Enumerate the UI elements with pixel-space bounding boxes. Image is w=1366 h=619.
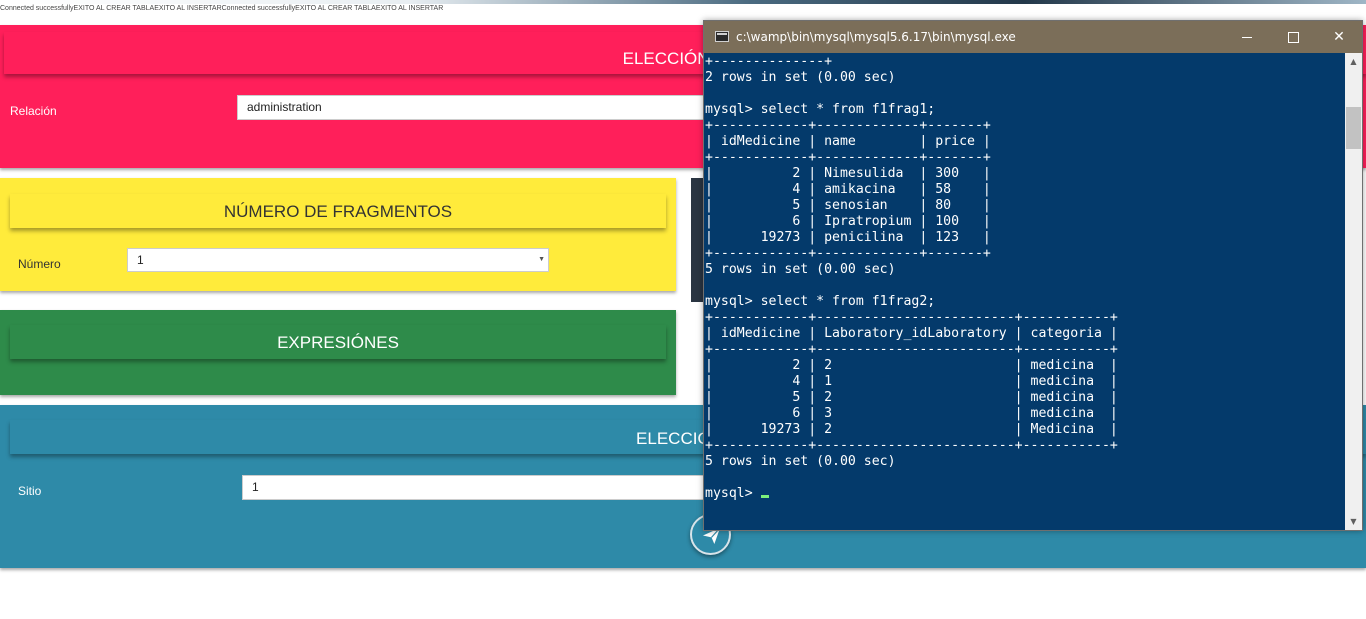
- console-line: | 6 | Ipratropium | 100 |: [705, 214, 991, 229]
- console-scrollbar[interactable]: ▲ ▼: [1345, 53, 1362, 530]
- close-button[interactable]: ✕: [1316, 21, 1362, 53]
- console-line: +------------+-------------------------+…: [705, 310, 1118, 325]
- chevron-down-icon: ▼: [538, 256, 545, 263]
- expressions-title: EXPRESIÓNES: [10, 325, 666, 359]
- console-app-icon: [715, 31, 729, 42]
- console-line: | 19273 | penicilina | 123 |: [705, 230, 991, 245]
- desktop-strip: [0, 0, 1366, 4]
- console-line: +------------+-------------+-------+: [705, 150, 991, 165]
- console-line: | 5 | senosian | 80 |: [705, 198, 991, 213]
- console-prompt: mysql>: [705, 486, 761, 501]
- console-line: | idMedicine | name | price |: [705, 134, 991, 149]
- fragments-title: NÚMERO DE FRAGMENTOS: [10, 194, 666, 228]
- console-line: | 5 | 2 | medicina |: [705, 390, 1118, 405]
- console-line: +------------+-------------+-------+: [705, 118, 991, 133]
- console-output[interactable]: +--------------+ 2 rows in set (0.00 sec)…: [705, 53, 1343, 530]
- console-line: +--------------+: [705, 54, 833, 69]
- fragments-select[interactable]: 1 ▼: [127, 248, 549, 272]
- minimize-button[interactable]: [1224, 21, 1270, 53]
- console-titlebar[interactable]: c:\wamp\bin\mysql\mysql5.6.17\bin\mysql.…: [704, 21, 1362, 53]
- fragments-selected-value: 1: [137, 253, 144, 267]
- maximize-button[interactable]: [1270, 21, 1316, 53]
- console-line: | idMedicine | Laboratory_idLaboratory |…: [705, 326, 1118, 341]
- close-icon: ✕: [1333, 29, 1345, 45]
- text-cursor: [760, 495, 769, 498]
- console-line: mysql> select * from f1frag2;: [705, 294, 936, 309]
- console-line: | 4 | amikacina | 58 |: [705, 182, 991, 197]
- status-text: Connected successfullyEXITO AL CREAR TAB…: [0, 5, 444, 12]
- site-input[interactable]: 1: [242, 475, 718, 500]
- scroll-thumb[interactable]: [1346, 107, 1361, 149]
- console-line: | 19273 | 2 | Medicina |: [705, 422, 1118, 437]
- console-line: +------------+-------------------------+…: [705, 438, 1118, 453]
- console-line: +------------+-------------------------+…: [705, 342, 1118, 357]
- console-line: mysql> select * from f1frag1;: [705, 102, 936, 117]
- scroll-up-icon[interactable]: ▲: [1345, 53, 1362, 70]
- relation-label: Relación: [10, 104, 57, 118]
- console-line: | 2 | 2 | medicina |: [705, 358, 1118, 373]
- relation-input[interactable]: administration: [237, 95, 717, 120]
- console-line: | 4 | 1 | medicina |: [705, 374, 1118, 389]
- site-label: Sitio: [18, 484, 42, 498]
- mysql-console-window[interactable]: c:\wamp\bin\mysql\mysql5.6.17\bin\mysql.…: [703, 20, 1363, 531]
- scroll-down-icon[interactable]: ▼: [1345, 513, 1362, 530]
- console-prompt-line[interactable]: mysql>: [705, 486, 1343, 502]
- console-title: c:\wamp\bin\mysql\mysql5.6.17\bin\mysql.…: [736, 30, 1016, 44]
- console-line: | 6 | 3 | medicina |: [705, 406, 1118, 421]
- console-line: 2 rows in set (0.00 sec): [705, 70, 896, 85]
- console-line: 5 rows in set (0.00 sec): [705, 262, 896, 277]
- fragments-label: Número: [18, 257, 61, 271]
- console-line: 5 rows in set (0.00 sec): [705, 454, 896, 469]
- console-line: +------------+-------------+-------+: [705, 246, 991, 261]
- console-line: | 2 | Nimesulida | 300 |: [705, 166, 991, 181]
